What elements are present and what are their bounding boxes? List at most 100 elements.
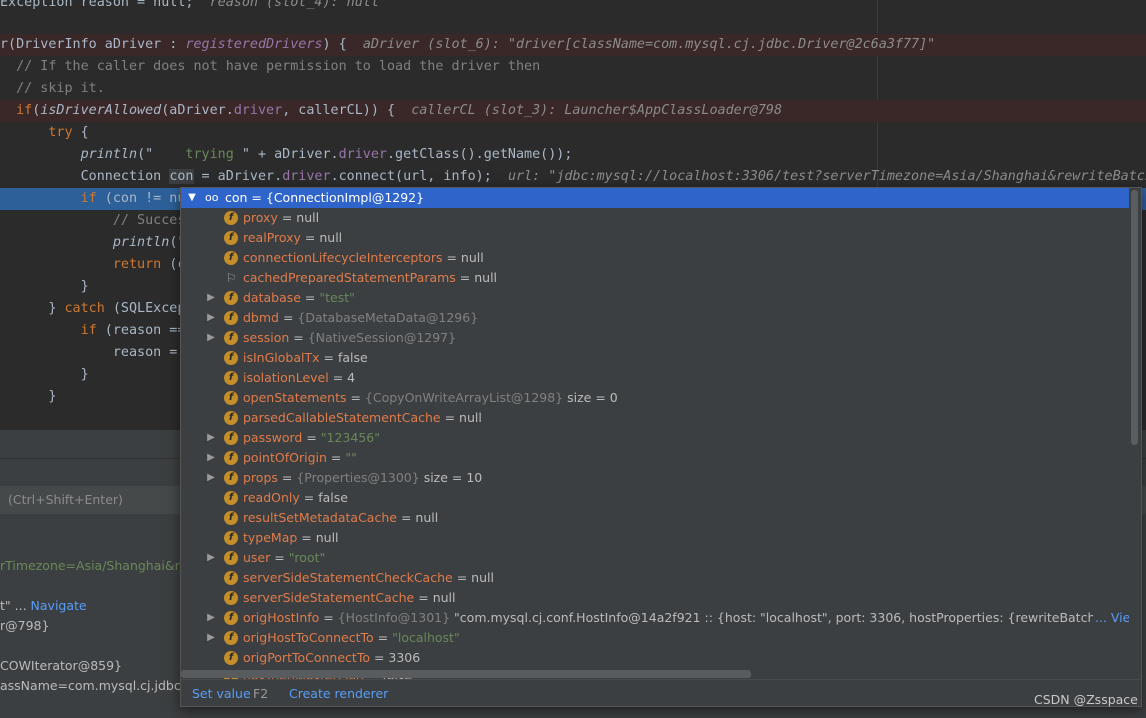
field-icon: f — [224, 431, 238, 445]
field-value: {DatabaseMetaData@1296} — [297, 310, 479, 325]
field-icon: f — [224, 631, 238, 645]
field-name: isolationLevel — [243, 370, 329, 385]
field-row-proxy[interactable]: f proxy = null — [181, 208, 1129, 228]
horizontal-scrollbar[interactable] — [181, 670, 751, 678]
navigate-link[interactable]: Navigate — [31, 598, 87, 613]
field-value: "123456" — [320, 430, 380, 445]
field-value: null — [315, 530, 339, 545]
watch-glasses-icon: oo — [205, 191, 219, 204]
field-row-server-side-statement-check-cache[interactable]: f serverSideStatementCheckCache = null — [181, 568, 1129, 588]
flag-icon: ⚐ — [225, 271, 237, 285]
field-row-password[interactable]: ▶ f password = "123456" — [181, 428, 1129, 448]
field-icon: f — [224, 651, 238, 665]
field-icon: f — [224, 331, 238, 345]
field-value: null — [319, 230, 343, 245]
field-name: typeMap — [243, 530, 298, 545]
field-icon: f — [224, 291, 238, 305]
field-row-orig-port-to-connect-to[interactable]: f origPortToConnectTo = 3306 — [181, 648, 1129, 668]
field-row-props[interactable]: ▶ f props = {Properties@1300} size = 10 — [181, 468, 1129, 488]
field-value: null — [471, 570, 494, 585]
field-value: false — [318, 490, 348, 505]
field-name: origPortToConnectTo — [243, 650, 370, 665]
field-icon: f — [224, 551, 238, 565]
code-line: println(" trying " + aDriver.driver.getC… — [80, 147, 573, 162]
set-value-shortcut: F2 — [253, 686, 269, 701]
variable-text: t" ... Navigate — [0, 598, 87, 613]
chevron-right-icon[interactable]: ▶ — [205, 548, 217, 568]
field-row-open-statements[interactable]: f openStatements = {CopyOnWriteArrayList@… — [181, 388, 1129, 408]
field-value: "test" — [319, 290, 355, 305]
field-row-orig-host-to-connect-to[interactable]: ▶ f origHostToConnectTo = "localhost" — [181, 628, 1129, 648]
field-name: origHostInfo — [243, 610, 320, 625]
field-name: session — [243, 330, 290, 345]
chevron-right-icon[interactable]: ▶ — [205, 628, 217, 648]
field-row-real-proxy[interactable]: f realProxy = null — [181, 228, 1129, 248]
field-row-user[interactable]: ▶ f user = "root" — [181, 548, 1129, 568]
vertical-scrollbar[interactable] — [1130, 188, 1139, 678]
chevron-right-icon[interactable]: ▶ — [205, 328, 217, 348]
field-value: null — [474, 270, 498, 285]
field-name: serverSideStatementCache — [243, 590, 415, 605]
field-extra: size = 0 — [563, 390, 618, 405]
code-line: // If the caller does not have permissio… — [16, 59, 541, 74]
field-row-orig-host-info[interactable]: ▶ f origHostInfo = {HostInfo@1301} "com.my… — [181, 608, 1129, 628]
chevron-right-icon[interactable]: ▶ — [205, 448, 217, 468]
variable-text: COWIterator@859} — [0, 658, 123, 673]
field-row-result-set-metadata-cache[interactable]: f resultSetMetadataCache = null — [181, 508, 1129, 528]
field-row-dbmd[interactable]: ▶ f dbmd = {DatabaseMetaData@1296} — [181, 308, 1129, 328]
field-row-parsed-callable-statement-cache[interactable]: f parsedCallableStatementCache = null — [181, 408, 1129, 428]
view-link[interactable]: ... View — [1093, 608, 1129, 628]
chevron-down-icon[interactable]: ▼ — [186, 188, 198, 208]
field-value: "" — [345, 450, 357, 465]
field-row-isolation-level[interactable]: f isolationLevel = 4 — [181, 368, 1129, 388]
field-row-type-map[interactable]: f typeMap = null — [181, 528, 1129, 548]
field-icon: f — [224, 231, 238, 245]
field-icon: f — [224, 511, 238, 525]
field-row-point-of-origin[interactable]: ▶ f pointOfOrigin = "" — [181, 448, 1129, 468]
field-name: dbmd — [243, 310, 279, 325]
field-icon: f — [224, 591, 238, 605]
field-value: {NativeSession@1297} — [307, 330, 457, 345]
field-row-read-only[interactable]: f readOnly = false — [181, 488, 1129, 508]
chevron-right-icon[interactable]: ▶ — [205, 428, 217, 448]
field-icon: f — [224, 211, 238, 225]
variable-inspector-popup[interactable]: ▼ oo con = {ConnectionImpl@1292} f proxy … — [180, 187, 1142, 707]
watermark: CSDN @Zsspace — [1034, 692, 1138, 707]
field-name: pointOfOrigin — [243, 450, 327, 465]
field-icon: f — [224, 451, 238, 465]
field-name: proxy — [243, 210, 278, 225]
field-icon: f — [224, 611, 238, 625]
field-name: cachedPreparedStatementParams — [243, 270, 456, 285]
field-value: {CopyOnWriteArrayList@1298} — [364, 390, 564, 405]
set-value-link[interactable]: Set value — [192, 686, 251, 701]
selected-variable[interactable]: con — [169, 169, 194, 184]
chevron-right-icon[interactable]: ▶ — [205, 288, 217, 308]
create-renderer-link[interactable]: Create renderer — [289, 686, 388, 701]
field-extra: "com.mysql.cj.conf.HostInfo@14a2f921 :: … — [450, 610, 1129, 625]
variable-text: assName=com.mysql.cj.jdbc.Dr — [0, 678, 200, 693]
field-name: serverSideStatementCheckCache — [243, 570, 453, 585]
chevron-right-icon[interactable]: ▶ — [205, 608, 217, 628]
popup-root-row[interactable]: ▼ oo con = {ConnectionImpl@1292} — [181, 188, 1129, 208]
chevron-right-icon[interactable]: ▶ — [205, 308, 217, 328]
scrollbar-thumb[interactable] — [1131, 190, 1138, 445]
field-row-cached-prepared-statement-params[interactable]: ⚐ cachedPreparedStatementParams = null — [181, 268, 1129, 288]
field-value: false — [337, 350, 368, 365]
field-value: {HostInfo@1301} — [337, 610, 451, 625]
field-name: user — [243, 550, 271, 565]
field-row-connection-lifecycle-interceptors[interactable]: f connectionLifecycleInterceptors = null — [181, 248, 1129, 268]
popup-footer: Set value F2 Create renderer — [181, 679, 1141, 706]
variable-text: rTimezone=Asia/Shanghai&rew — [0, 558, 198, 573]
field-row-database[interactable]: ▶ f database = "test" — [181, 288, 1129, 308]
chevron-right-icon[interactable]: ▶ — [205, 468, 217, 488]
field-row-is-in-global-tx[interactable]: f isInGlobalTx = false — [181, 348, 1129, 368]
field-value: {Properties@1300} — [296, 470, 420, 485]
field-row-server-side-statement-cache[interactable]: f serverSideStatementCache = null — [181, 588, 1129, 608]
field-name: password — [243, 430, 303, 445]
field-value: 4 — [347, 370, 356, 385]
field-value: 3306 — [388, 650, 421, 665]
field-name: props — [243, 470, 278, 485]
code-line: try { — [48, 125, 89, 140]
field-row-session[interactable]: ▶ f session = {NativeSession@1297} — [181, 328, 1129, 348]
field-icon: f — [224, 491, 238, 505]
